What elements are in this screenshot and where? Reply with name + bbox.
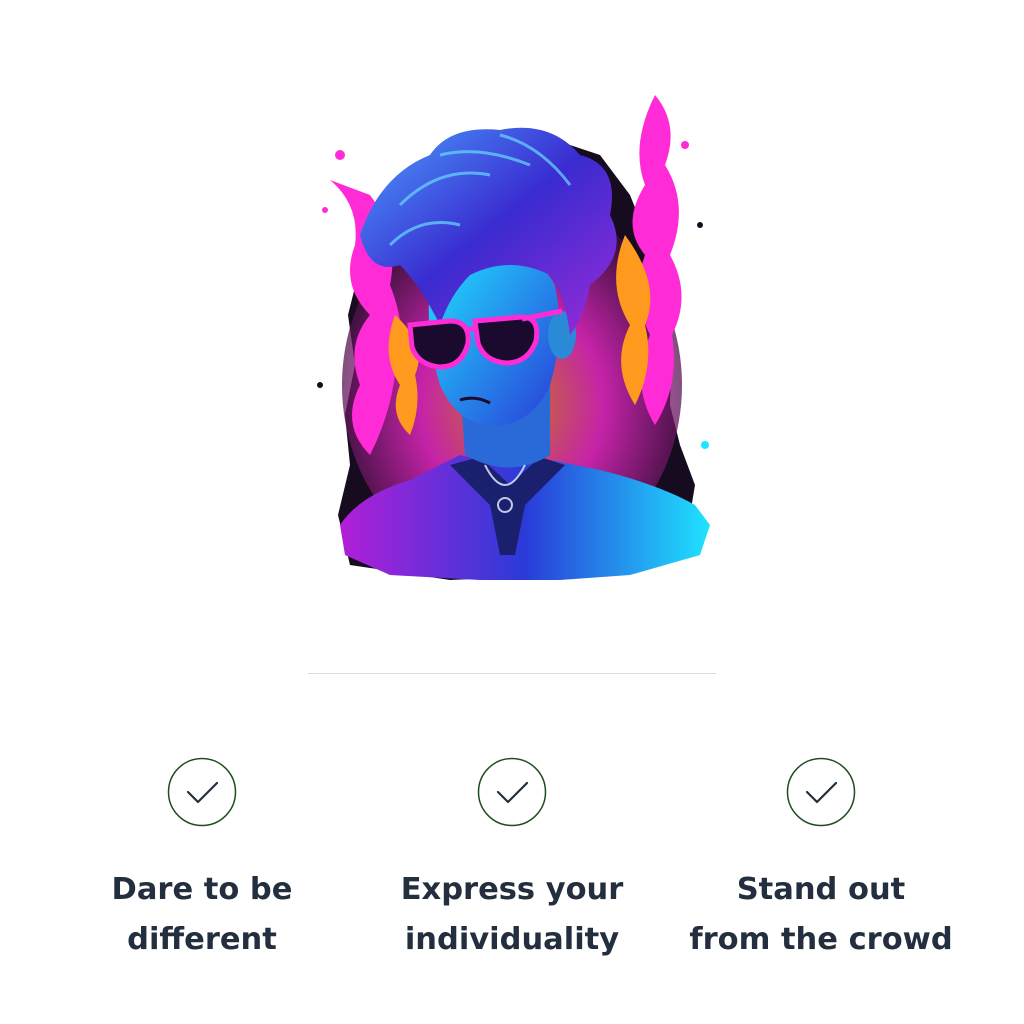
check-icon <box>167 757 237 827</box>
feature-label: Dare to be different <box>111 872 293 957</box>
feature-item: Express your individuality <box>362 757 662 965</box>
feature-label: Express your individuality <box>400 872 624 957</box>
feature-item: Dare to be different <box>52 757 352 965</box>
feature-item: Stand out from the crowd <box>671 757 971 965</box>
section-divider <box>308 673 716 674</box>
features-row: Dare to be different Express your indivi… <box>0 757 1024 967</box>
feature-label: Stand out from the crowd <box>689 872 953 957</box>
neon-portrait-artwork <box>300 85 724 585</box>
check-icon <box>477 757 547 827</box>
check-icon <box>786 757 856 827</box>
